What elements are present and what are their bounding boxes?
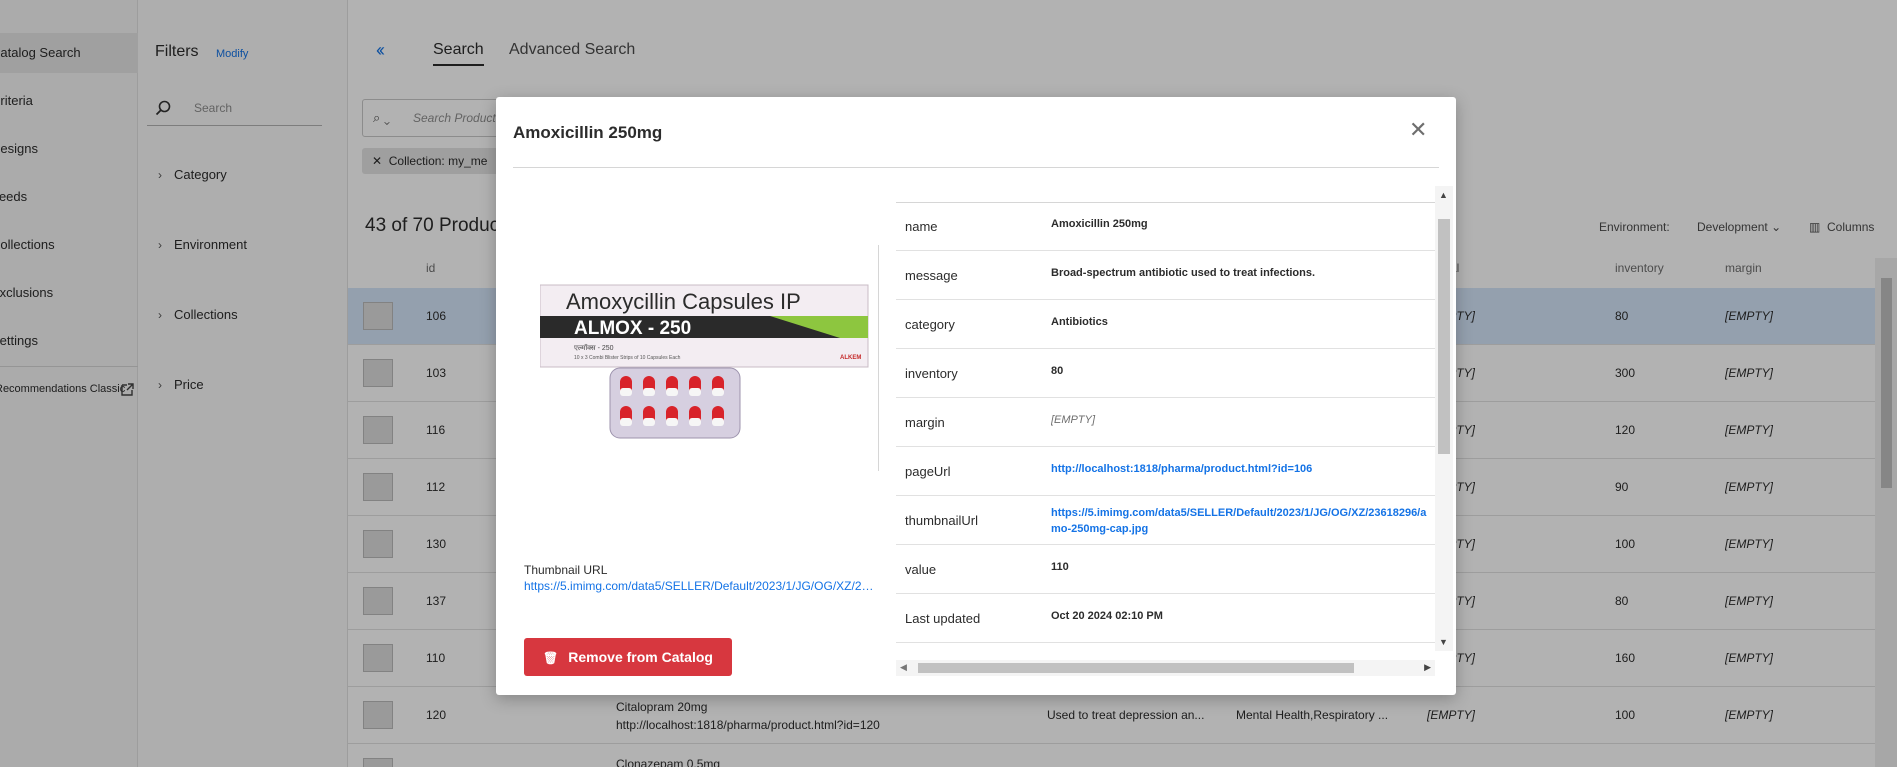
scroll-right-arrow-icon[interactable]: ▶ <box>1424 662 1431 673</box>
property-value: [EMPTY] <box>1051 414 1096 426</box>
property-row-inventory: inventory 80 <box>896 349 1435 398</box>
image-divider <box>878 245 879 471</box>
property-grid: name Amoxicillin 250mg message Broad-spe… <box>896 202 1435 651</box>
property-key: Last updated <box>905 611 981 626</box>
property-value-link[interactable]: http://localhost:1818/pharma/product.htm… <box>1051 463 1435 475</box>
property-value: Oct 20 2024 02:10 PM <box>1051 610 1163 622</box>
scroll-up-arrow-icon[interactable]: ▲ <box>1439 190 1448 200</box>
property-key: message <box>905 268 958 283</box>
image-maker-text: ALKEM <box>840 355 861 361</box>
property-key: name <box>905 219 938 234</box>
image-brand-text: Amoxycillin Capsules IP <box>566 289 801 314</box>
image-local-text: एल्मॉक्स - 250 <box>574 343 614 352</box>
property-row-thumbnail-url: thumbnailUrl https://5.imimg.com/data5/S… <box>896 496 1435 545</box>
app-root: Catalog Search Criteria Designs Feeds Co… <box>0 0 1897 767</box>
property-key: thumbnailUrl <box>905 513 978 528</box>
remove-from-catalog-button[interactable]: 🗑 Remove from Catalog <box>524 638 732 676</box>
property-value: Amoxicillin 250mg <box>1051 218 1148 230</box>
property-value: Antibiotics <box>1051 316 1108 328</box>
property-grid-horizontal-scrollbar[interactable]: ◀ ▶ <box>896 660 1435 676</box>
property-row-page-url: pageUrl http://localhost:1818/pharma/pro… <box>896 447 1435 496</box>
property-grid-vertical-scrollbar[interactable]: ▲ ▼ <box>1435 186 1453 651</box>
property-value-link[interactable]: https://5.imimg.com/data5/SELLER/Default… <box>1051 505 1435 537</box>
thumbnail-url-label: Thumbnail URL <box>524 563 608 577</box>
image-sub-text: 10 x 3 Combi Blister Strips of 10 Capsul… <box>574 355 681 361</box>
property-row-message: message Broad-spectrum antibiotic used t… <box>896 251 1435 300</box>
remove-button-label: Remove from Catalog <box>568 649 713 665</box>
scrollbar-thumb[interactable] <box>1438 219 1450 454</box>
property-value: 110 <box>1051 561 1069 573</box>
dialog-divider <box>513 167 1439 168</box>
product-detail-dialog: Amoxicillin 250mg ✕ Amoxycillin Capsules… <box>496 97 1456 695</box>
scroll-down-arrow-icon[interactable]: ▼ <box>1439 637 1448 647</box>
property-key: pageUrl <box>905 464 951 479</box>
property-key: value <box>905 562 937 577</box>
product-image: Amoxycillin Capsules IP ALMOX - 250 एल्म… <box>540 284 869 439</box>
property-key: category <box>905 317 955 332</box>
scrollbar-thumb[interactable] <box>918 663 1354 673</box>
image-product-text: ALMOX - 250 <box>574 318 691 339</box>
property-value: Broad-spectrum antibiotic used to treat … <box>1051 267 1316 279</box>
property-row-category: category Antibiotics <box>896 300 1435 349</box>
thumbnail-url-link[interactable]: https://5.imimg.com/data5/SELLER/Default… <box>524 579 878 593</box>
property-row-value: value 110 <box>896 545 1435 594</box>
close-icon[interactable]: ✕ <box>1409 119 1427 141</box>
property-row-margin: margin [EMPTY] <box>896 398 1435 447</box>
property-value: 80 <box>1051 365 1064 377</box>
property-row-name: name Amoxicillin 250mg <box>896 202 1435 251</box>
property-key: margin <box>905 415 945 430</box>
trash-icon: 🗑 <box>543 651 559 665</box>
scroll-left-arrow-icon[interactable]: ◀ <box>900 662 907 673</box>
property-key: inventory <box>905 366 958 381</box>
dialog-title: Amoxicillin 250mg <box>513 123 663 142</box>
property-row-last-updated: Last updated Oct 20 2024 02:10 PM <box>896 594 1435 643</box>
